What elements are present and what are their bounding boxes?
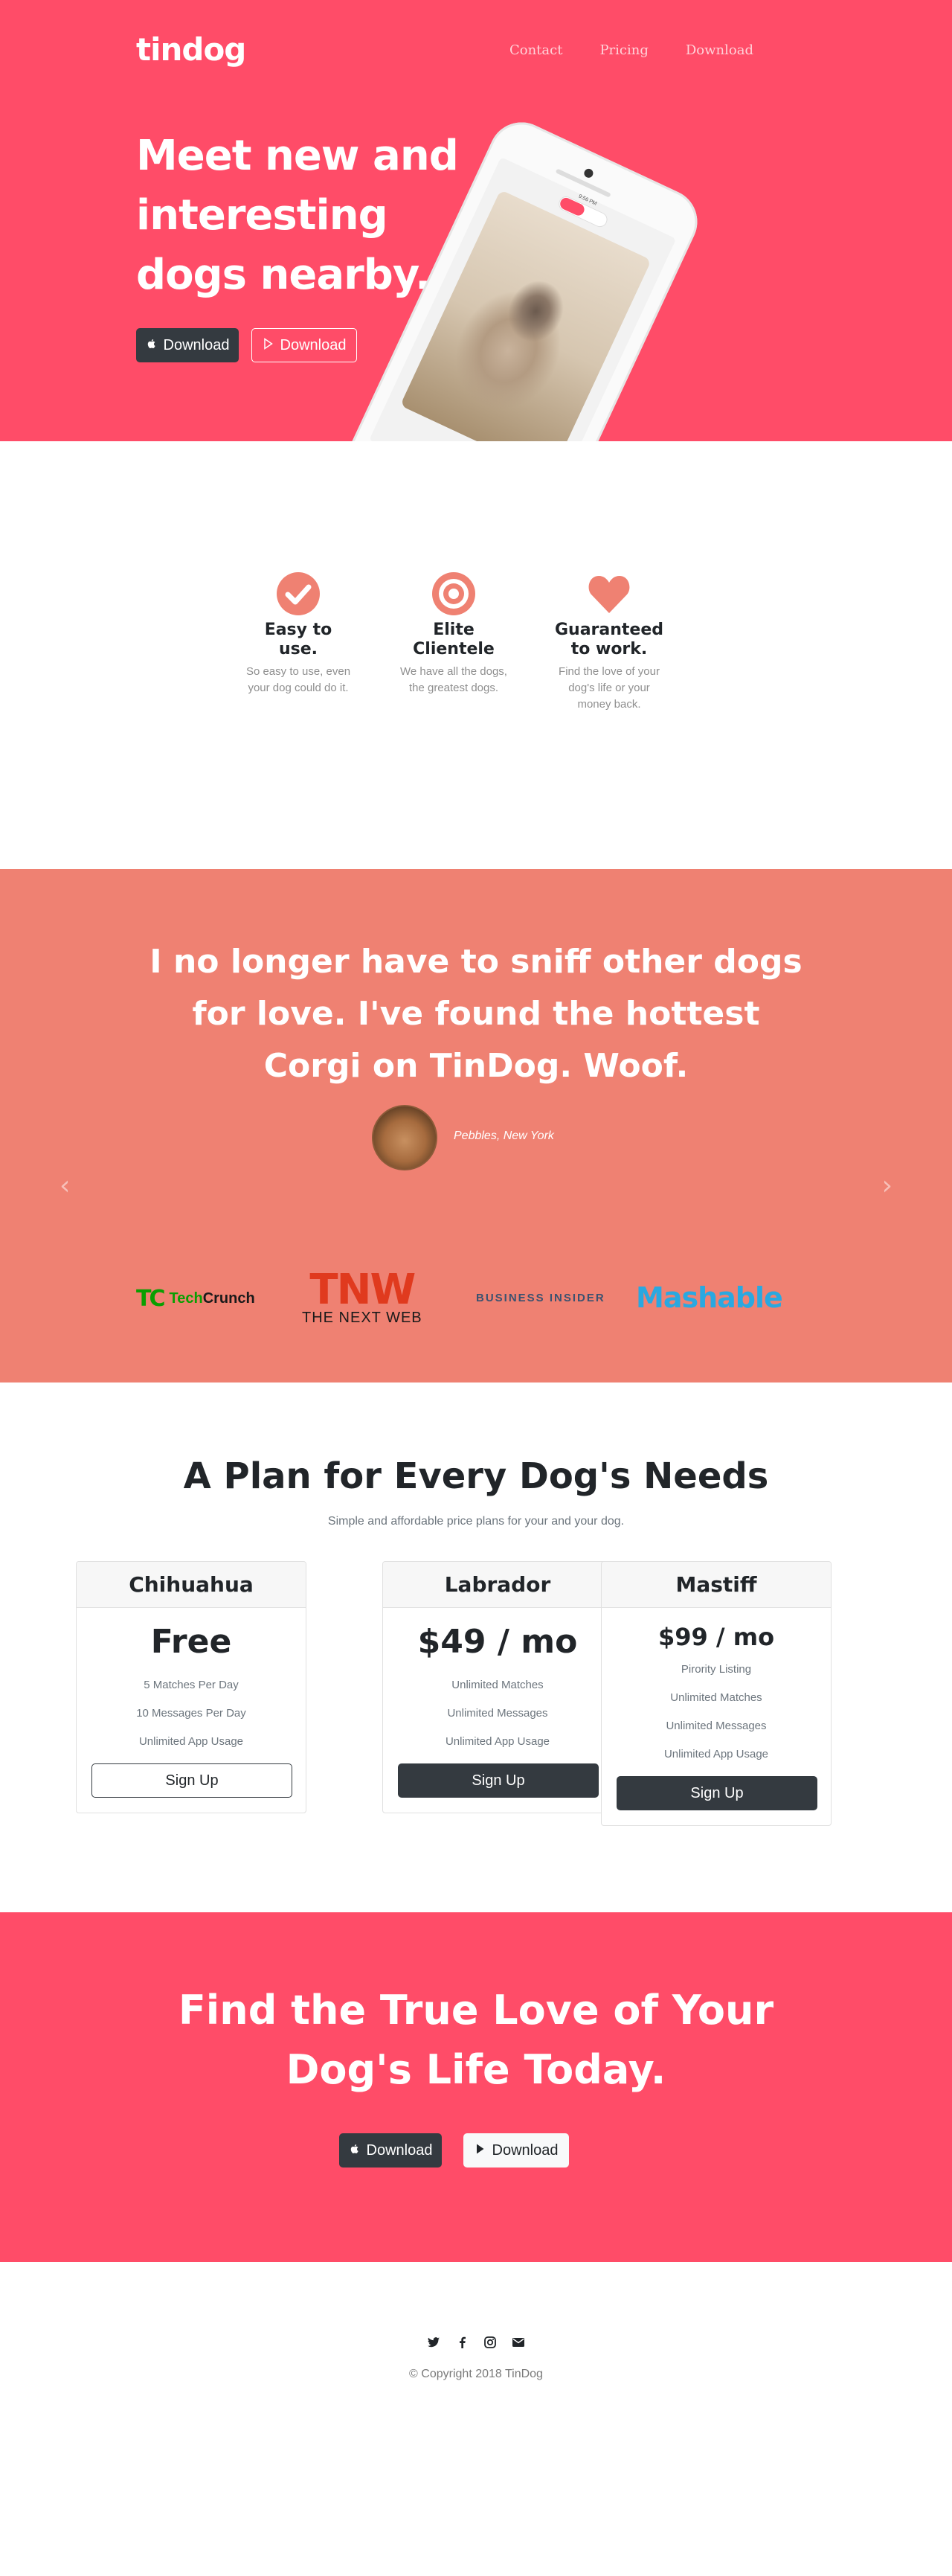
plan-name: Mastiff bbox=[602, 1562, 831, 1608]
plan-feature: 5 Matches Per Day bbox=[144, 1679, 239, 1691]
heart-icon bbox=[587, 571, 631, 616]
pricing-section: A Plan for Every Dog's Needs Simple and … bbox=[0, 1382, 952, 1912]
apple-icon bbox=[146, 337, 158, 354]
hero-apple-download-label: Download bbox=[163, 336, 230, 353]
testimonial-quote: I no longer have to sniff other dogs for… bbox=[149, 943, 803, 1085]
testimonial-author: Pebbles, New York bbox=[454, 1130, 554, 1142]
pricing-title: A Plan for Every Dog's Needs bbox=[183, 1455, 769, 1497]
features-section: Easy to use. So easy to use, even your d… bbox=[0, 441, 952, 869]
plan-feature: Unlimited Messages bbox=[666, 1720, 767, 1732]
sign-up-button-labrador[interactable]: Sign Up bbox=[398, 1763, 599, 1798]
carousel-next-icon[interactable]: › bbox=[882, 1170, 892, 1201]
cta-apple-download-label: Download bbox=[366, 2141, 433, 2159]
mashable-logo: Mashable bbox=[636, 1281, 783, 1314]
cta-section: Find the True Love of Your Dog's Life To… bbox=[0, 1912, 952, 2262]
top-nav: Contact Pricing Download bbox=[472, 42, 753, 58]
check-circle-icon bbox=[276, 571, 321, 616]
testimonial-avatar bbox=[372, 1105, 437, 1170]
copyright-text: © Copyright 2018 TinDog bbox=[409, 2368, 543, 2380]
envelope-icon[interactable] bbox=[512, 2336, 524, 2348]
plan-feature: Unlimited Matches bbox=[670, 1691, 762, 1704]
instagram-icon[interactable] bbox=[484, 2336, 496, 2348]
tnw-wordmark: THE NEXT WEB bbox=[302, 1310, 422, 1326]
sign-up-button-mastiff[interactable]: Sign Up bbox=[617, 1776, 817, 1810]
techcrunch-logo: TC Tech Crunch bbox=[136, 1286, 255, 1312]
feature-title: Elite Clientele bbox=[413, 621, 495, 659]
tnw-mark: TNW bbox=[309, 1266, 416, 1314]
testimonials-section: I no longer have to sniff other dogs for… bbox=[0, 869, 952, 1382]
bullseye-icon bbox=[431, 571, 476, 616]
cta-play-download-label: Download bbox=[492, 2141, 559, 2159]
feature-easy-to-use: Easy to use. So easy to use, even your d… bbox=[242, 571, 354, 696]
techcrunch-word: Crunch bbox=[202, 1290, 255, 1307]
plan-feature: Unlimited App Usage bbox=[445, 1735, 550, 1748]
plan-feature: Unlimited App Usage bbox=[138, 1735, 244, 1748]
feature-text: Find the love of your dog's life or your… bbox=[559, 665, 660, 711]
plan-feature: Unlimited App Usage bbox=[663, 1748, 769, 1760]
feature-title: Guaranteed to work. bbox=[554, 621, 664, 659]
google-play-icon bbox=[475, 2142, 486, 2159]
hero-title: Meet new and interesting dogs nearby. bbox=[136, 132, 459, 299]
footer: © Copyright 2018 TinDog bbox=[0, 2262, 952, 2576]
social-links bbox=[0, 2336, 952, 2348]
techcrunch-mark: TC bbox=[136, 1286, 166, 1312]
cta-apple-download-button[interactable]: Download bbox=[339, 2133, 442, 2168]
hero-section: tindog Contact Pricing Download Meet new… bbox=[0, 0, 952, 441]
plan-feature: Unlimited Messages bbox=[447, 1707, 548, 1720]
pricing-card-mastiff: Mastiff $99 / mo Pirority Listing Unlimi… bbox=[601, 1561, 832, 1826]
cta-title: Find the True Love of Your Dog's Life To… bbox=[178, 1987, 774, 2093]
nav-link-download[interactable]: Download bbox=[686, 42, 753, 58]
twitter-icon[interactable] bbox=[428, 2336, 440, 2348]
feature-title: Easy to use. bbox=[264, 621, 332, 659]
plan-price: $49 / mo bbox=[417, 1623, 578, 1661]
pricing-card-labrador: Labrador $49 / mo Unlimited Matches Unli… bbox=[382, 1561, 613, 1813]
sign-up-button-chihuahua[interactable]: Sign Up bbox=[91, 1763, 292, 1798]
google-play-icon bbox=[263, 337, 274, 354]
carousel-prev-icon[interactable]: ‹ bbox=[60, 1170, 70, 1201]
plan-name: Labrador bbox=[383, 1562, 612, 1608]
plan-price: $99 / mo bbox=[657, 1623, 775, 1651]
cta-play-download-button[interactable]: Download bbox=[463, 2133, 569, 2168]
plan-feature: Pirority Listing bbox=[681, 1663, 752, 1676]
feature-text: So easy to use, even your dog could do i… bbox=[245, 665, 351, 694]
plan-feature: 10 Messages Per Day bbox=[136, 1707, 246, 1720]
feature-elite-clientele: Elite Clientele We have all the dogs, th… bbox=[398, 571, 509, 696]
nav-link-contact[interactable]: Contact bbox=[509, 42, 562, 58]
tnw-logo: TNW THE NEXT WEB bbox=[302, 1266, 422, 1327]
apple-icon bbox=[349, 2142, 361, 2159]
hero-play-download-button[interactable]: Download bbox=[251, 328, 357, 362]
plan-price: Free bbox=[150, 1623, 232, 1661]
business-insider-logo: BUSINESS INSIDER bbox=[476, 1292, 605, 1304]
pricing-subtitle: Simple and affordable price plans for yo… bbox=[327, 1515, 625, 1528]
plan-feature: Unlimited Matches bbox=[451, 1679, 544, 1691]
techcrunch-prefix: Tech bbox=[169, 1290, 203, 1307]
pricing-card-chihuahua: Chihuahua Free 5 Matches Per Day 10 Mess… bbox=[76, 1561, 306, 1813]
hero-play-download-label: Download bbox=[280, 336, 347, 353]
feature-guaranteed: Guaranteed to work. Find the love of you… bbox=[553, 571, 665, 713]
hero-apple-download-button[interactable]: Download bbox=[136, 328, 239, 362]
nav-link-pricing[interactable]: Pricing bbox=[599, 42, 648, 58]
brand-logo[interactable]: tindog bbox=[136, 31, 246, 68]
facebook-icon[interactable] bbox=[456, 2336, 468, 2348]
plan-name: Chihuahua bbox=[77, 1562, 306, 1608]
feature-text: We have all the dogs, the greatest dogs. bbox=[400, 665, 507, 694]
